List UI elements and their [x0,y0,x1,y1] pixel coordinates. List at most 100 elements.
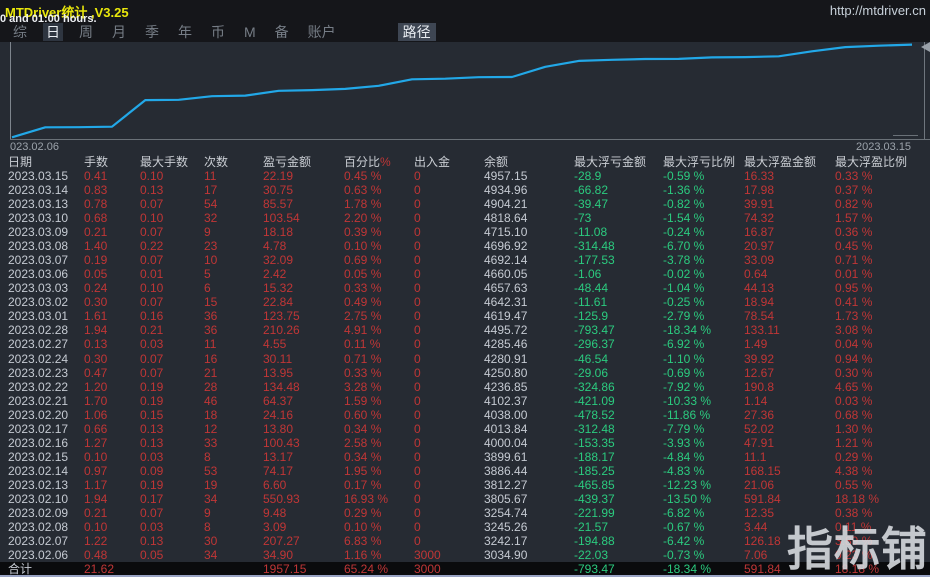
cell-deposit: 0 [414,183,421,198]
cell-max_float_profit: 1.14 [744,393,768,408]
cell-max_lots: 0.07 [140,197,164,212]
cell-max_lots: 0.19 [140,393,164,408]
cell-max_float_profit_pct: 0.68 % [835,407,873,422]
cell-balance: 4285.46 [484,337,528,352]
cell-date: 2023.03.09 [8,225,69,240]
cell-max_float_profit: 0.64 [744,267,768,282]
menu-tab-账户[interactable]: 账户 [305,23,339,41]
cell-trades: 30 [204,534,218,549]
cell-lots: 0.13 [84,337,108,352]
cell-profit_pct: 0.11 % [344,337,381,352]
cell-profit: 4.78 [263,239,287,254]
equity-chart [0,42,930,140]
cell-date: 2023.03.01 [8,309,69,324]
cell-trades: 23 [204,239,218,254]
cell-max_float_loss_pct: -1.04 % [663,281,705,296]
cell-balance: 4038.00 [484,407,528,422]
cell-max_float_profit_pct: 0.03 % [835,393,873,408]
cell-profit_pct: 0.69 % [344,253,382,268]
cell-balance: 4657.63 [484,281,528,296]
cell-max_float_profit_pct: 0.95 % [835,281,873,296]
header-cell-profit_pct: 百分比% [344,155,391,169]
cell-max_float_profit_pct: 0.04 % [835,337,873,352]
website-link[interactable]: http://mtdriver.cn [830,3,926,18]
cell-max_float_profit: 39.92 [744,351,775,366]
menu-tab-M[interactable]: M [241,23,259,41]
cell-profit: 34.90 [263,548,294,563]
path-button[interactable]: 路径 [397,22,436,41]
cell-date: 2023.03.07 [8,253,69,268]
cell-trades: 9 [204,505,211,520]
cell-balance: 4280.91 [484,351,528,366]
cell-max_float_loss_pct: -0.25 % [663,295,705,310]
menu-tab-月[interactable]: 月 [109,23,129,41]
cell-max_float_loss_pct: -1.36 % [663,183,705,198]
cell-date: 2023.03.02 [8,295,69,310]
cell-lots: 1.20 [84,379,108,394]
cell-lots: 0.10 [84,520,108,534]
menu-tab-年[interactable]: 年 [175,23,195,41]
cell-trades: 12 [204,421,218,436]
menu-tab-综[interactable]: 综 [10,23,30,41]
cell-max_float_loss_pct: -4.83 % [663,463,705,478]
cell-max_float_loss: -73 [574,211,592,226]
cell-trades: 53 [204,463,218,478]
cell-balance: 3886.44 [484,463,528,478]
menu-tab-周[interactable]: 周 [76,23,96,41]
menu-tab-季[interactable]: 季 [142,23,162,41]
cell-lots: 0.24 [84,281,108,296]
menu-tab-备[interactable]: 备 [272,23,292,41]
cell-trades: 54 [204,197,218,212]
cell-max_float_loss_pct: -6.70 % [663,239,705,254]
cell-max_float_profit: 47.91 [744,435,775,450]
cell-balance: 4904.21 [484,197,528,212]
cell-max_float_loss: -29.06 [574,365,609,380]
cell-trades: 16 [204,351,218,366]
cell-date: 2023.02.27 [8,337,69,352]
cell-trades: 46 [204,393,218,408]
cell-balance: 3812.27 [484,477,528,492]
cell-max_lots: 0.10 [140,211,164,226]
cell-max_lots: 0.07 [140,505,164,520]
cell-max_float_loss_pct: -3.78 % [663,253,705,268]
cell-max_lots: 0.07 [140,295,164,310]
cell-profit_pct: 4.91 % [344,323,382,338]
cell-lots: 1.06 [84,407,108,422]
cell-date: 2023.03.08 [8,239,69,254]
cell-max_float_loss: -194.88 [574,534,615,549]
cell-trades: 15 [204,295,218,310]
cell-balance: 4642.31 [484,295,528,310]
menu-tab-币[interactable]: 币 [208,23,228,41]
cell-trades: 11 [204,337,217,352]
cell-max_float_loss: -421.09 [574,393,615,408]
cell-profit_pct: 0.33 % [344,281,382,296]
cell-deposit: 0 [414,267,421,282]
cell-trades: 28 [204,379,218,394]
cell-profit: 210.26 [263,323,300,338]
cell-max_float_loss: -185.25 [574,463,615,478]
cell-max_float_profit_pct: 1.73 % [835,309,873,324]
cell-deposit: 0 [414,407,421,422]
cell-profit: 22.19 [263,169,294,183]
cell-max_float_profit_pct: 0.30 % [835,365,873,380]
total-cell-date: 合计 [8,562,33,577]
cell-lots: 1.17 [84,477,108,492]
cell-lots: 1.70 [84,393,108,408]
menu-tab-日[interactable]: 日 [43,22,63,41]
cell-profit_pct: 0.17 % [344,477,382,492]
cell-max_float_loss_pct: -7.92 % [663,379,705,394]
cell-profit: 13.17 [263,449,294,464]
cell-deposit: 0 [414,253,421,268]
cell-balance: 3242.17 [484,534,528,549]
cell-deposit: 0 [414,534,421,549]
cell-max_float_loss_pct: -6.82 % [663,505,705,520]
cell-max_lots: 0.03 [140,520,164,534]
cell-deposit: 0 [414,379,421,394]
cell-max_float_loss: -11.61 [574,295,608,310]
cell-max_float_loss_pct: -0.73 % [663,548,705,563]
cell-max_float_loss: -39.47 [574,197,609,212]
cell-balance: 3805.67 [484,491,528,506]
cell-trades: 11 [204,169,217,183]
total-cell-profit: 1957.15 [263,562,307,577]
cell-deposit: 0 [414,197,421,212]
